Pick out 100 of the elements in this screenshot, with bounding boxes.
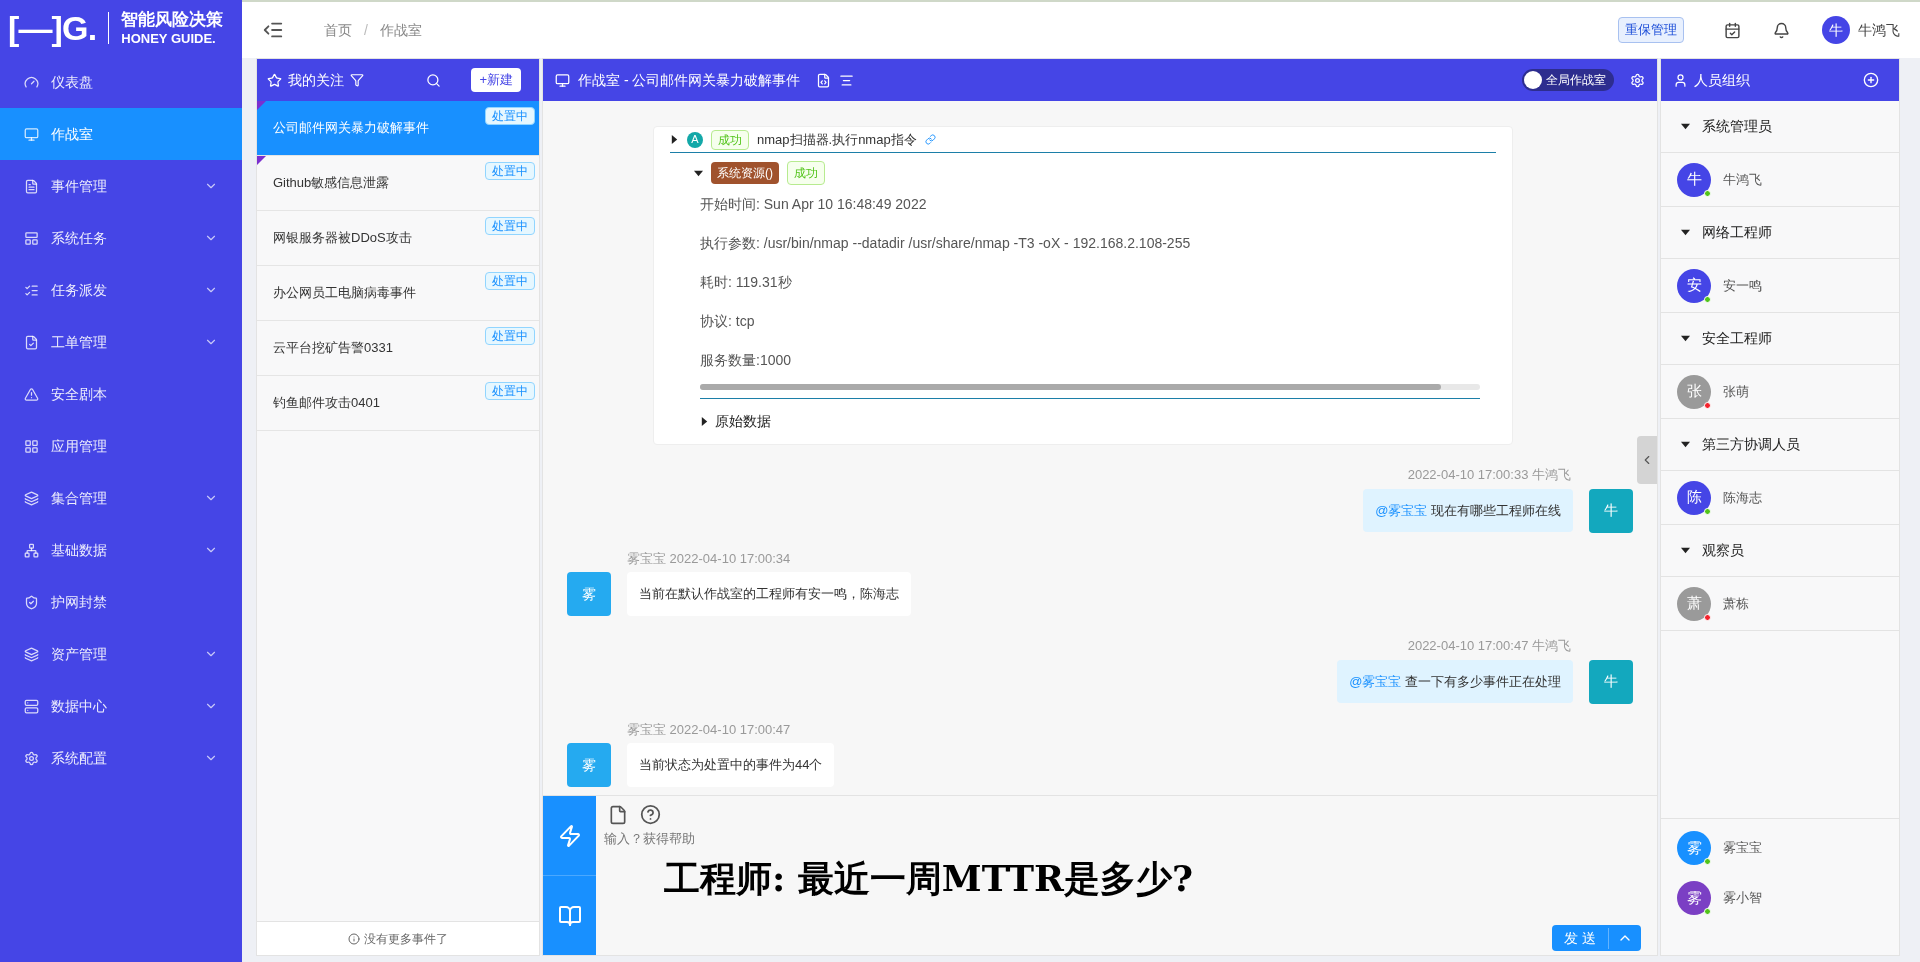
caret-icon[interactable] [700, 417, 709, 426]
document-check-icon [24, 334, 39, 350]
sidebar-item[interactable]: 应用管理 [0, 420, 242, 472]
user-name[interactable]: 牛鸿飞 [1858, 19, 1900, 41]
board-icon [24, 230, 39, 246]
step-avatar: A [687, 131, 703, 148]
message-meta: 雾宝宝 2022-04-10 17:00:34 [627, 549, 792, 568]
resource-tag[interactable]: 系统资源() [711, 162, 779, 184]
member-name[interactable]: 安一鸣 [1723, 275, 1762, 296]
group-header[interactable]: 观察员 [1661, 525, 1899, 577]
user-avatar[interactable]: 牛 [1822, 16, 1850, 44]
new-button[interactable]: +新建 [471, 68, 521, 92]
status-badge: 处置中 [485, 272, 535, 290]
caret-icon[interactable] [1681, 228, 1690, 237]
list-icon[interactable] [839, 72, 855, 88]
add-icon[interactable] [1863, 72, 1879, 88]
logo-subtitle: HONEY GUIDE. [121, 32, 217, 45]
knowledge-button[interactable] [543, 876, 596, 955]
detail-field: 协议: tcp [700, 302, 1480, 341]
settings-icon[interactable] [1630, 72, 1645, 88]
member-name[interactable]: 萧栋 [1723, 593, 1749, 614]
message-meta: 2022-04-10 17:00:47 牛鸿飞 [1407, 637, 1571, 655]
sidebar-item[interactable]: 安全剧本 [0, 368, 242, 420]
quick-command-button[interactable] [543, 796, 596, 876]
raw-data-toggle[interactable]: 原始数据 [715, 411, 771, 432]
bot-avatar: 雾 [1677, 831, 1711, 865]
event-item[interactable]: Github敏感信息泄露 处置中 [257, 156, 539, 211]
message-meta: 2022-04-10 17:00:33 牛鸿飞 [1407, 466, 1571, 484]
sidebar-item[interactable]: 仪表盘 [0, 56, 242, 108]
status-tag: 成功 [787, 161, 825, 185]
member-avatar: 安 [1677, 268, 1711, 303]
member-avatar: 陈 [1677, 480, 1711, 515]
breadcrumb-item[interactable]: 首页 [324, 19, 352, 41]
group-header[interactable]: 网络工程师 [1661, 207, 1899, 259]
link-icon[interactable] [924, 134, 936, 145]
toggle-switch[interactable]: 全局作战室 [1522, 69, 1614, 91]
filter-icon[interactable] [350, 73, 364, 87]
sidebar-item[interactable]: 任务派发 [0, 264, 242, 316]
sidebar-item[interactable]: 事件管理 [0, 160, 242, 212]
user-avatar: 牛 [1589, 488, 1633, 533]
member-avatar: 张 [1677, 374, 1711, 409]
sidebar-item[interactable]: 系统配置 [0, 732, 242, 784]
status-badge: 处置中 [485, 162, 535, 180]
scrollbar[interactable] [700, 384, 1480, 390]
layers-icon [24, 646, 39, 662]
message-input[interactable]: 输入？获得帮助 [604, 829, 1649, 851]
document-icon[interactable] [816, 72, 832, 88]
message-bubble: 当前在默认作战室的工程师有安一鸣，陈海志 [627, 572, 911, 616]
search-icon[interactable] [426, 72, 442, 88]
status-badge: 处置中 [485, 382, 535, 400]
collapse-handle[interactable] [1637, 436, 1657, 484]
member-name[interactable]: 牛鸿飞 [1723, 169, 1762, 190]
event-item[interactable]: 网银服务器被DDoS攻击 处置中 [257, 211, 539, 266]
status-badge: 处置中 [485, 217, 535, 235]
logo-mark: [—]G. [8, 7, 97, 49]
sidebar-item[interactable]: 基础数据 [0, 524, 242, 576]
corner-flag-icon [257, 156, 266, 165]
detail-field: 执行参数: /usr/bin/nmap --datadir /usr/share/nmap -T3 -oX - 192.168.2.108-255 [700, 224, 1480, 263]
sidebar-item[interactable]: 工单管理 [0, 316, 242, 368]
info-icon [348, 932, 360, 945]
panel-title: 作战室 - 公司邮件网关暴力破解事件 [578, 70, 801, 90]
calendar-check-icon[interactable] [1724, 21, 1741, 39]
member-avatar: 牛 [1677, 162, 1711, 197]
member-avatar: 萧 [1677, 586, 1711, 621]
panel-title: 我的关注 [288, 70, 344, 90]
member-name[interactable]: 雾宝宝 [1723, 838, 1762, 858]
bell-icon[interactable] [1773, 21, 1790, 39]
bot-avatar: 雾 [1677, 881, 1711, 915]
member-name[interactable]: 陈海志 [1723, 487, 1762, 508]
detail-field: 服务数量:1000 [700, 341, 1480, 380]
sidebar-item[interactable]: 数据中心 [0, 680, 242, 732]
caret-icon[interactable] [670, 135, 679, 144]
caret-icon[interactable] [1681, 334, 1690, 343]
document-icon [24, 178, 39, 194]
star-icon [267, 72, 282, 88]
message-bubble: 当前状态为处置中的事件为44个 [627, 743, 835, 787]
sidebar-item[interactable]: 系统任务 [0, 212, 242, 264]
member-name[interactable]: 雾小智 [1723, 888, 1762, 908]
file-icon[interactable] [608, 804, 628, 825]
member-name[interactable]: 张萌 [1723, 381, 1749, 402]
caret-icon[interactable] [694, 168, 703, 178]
sidebar-item[interactable]: 资产管理 [0, 628, 242, 680]
event-item[interactable]: 钓鱼邮件攻击0401 处置中 [257, 376, 539, 431]
lightning-icon [557, 823, 582, 848]
sidebar-item[interactable]: 护网封禁 [0, 576, 242, 628]
hierarchy-icon [24, 542, 39, 558]
sidebar-item[interactable]: 集合管理 [0, 472, 242, 524]
group-header[interactable]: 系统管理员 [1661, 101, 1899, 153]
event-item[interactable]: 办公网员工电脑病毒事件 处置中 [257, 266, 539, 321]
group-header[interactable]: 安全工程师 [1661, 313, 1899, 365]
server-icon [24, 698, 39, 714]
group-header[interactable]: 第三方协调人员 [1661, 419, 1899, 471]
breadcrumb-item[interactable]: 作战室 [379, 19, 422, 41]
status-badge: 处置中 [485, 327, 535, 345]
event-item[interactable]: 云平台挖矿告警0331 处置中 [257, 321, 539, 376]
help-icon[interactable] [640, 804, 661, 825]
tag[interactable]: 重保管理 [1618, 17, 1684, 43]
caret-icon[interactable] [1681, 122, 1690, 131]
caret-icon[interactable] [1681, 440, 1690, 449]
caret-icon[interactable] [1681, 546, 1690, 555]
